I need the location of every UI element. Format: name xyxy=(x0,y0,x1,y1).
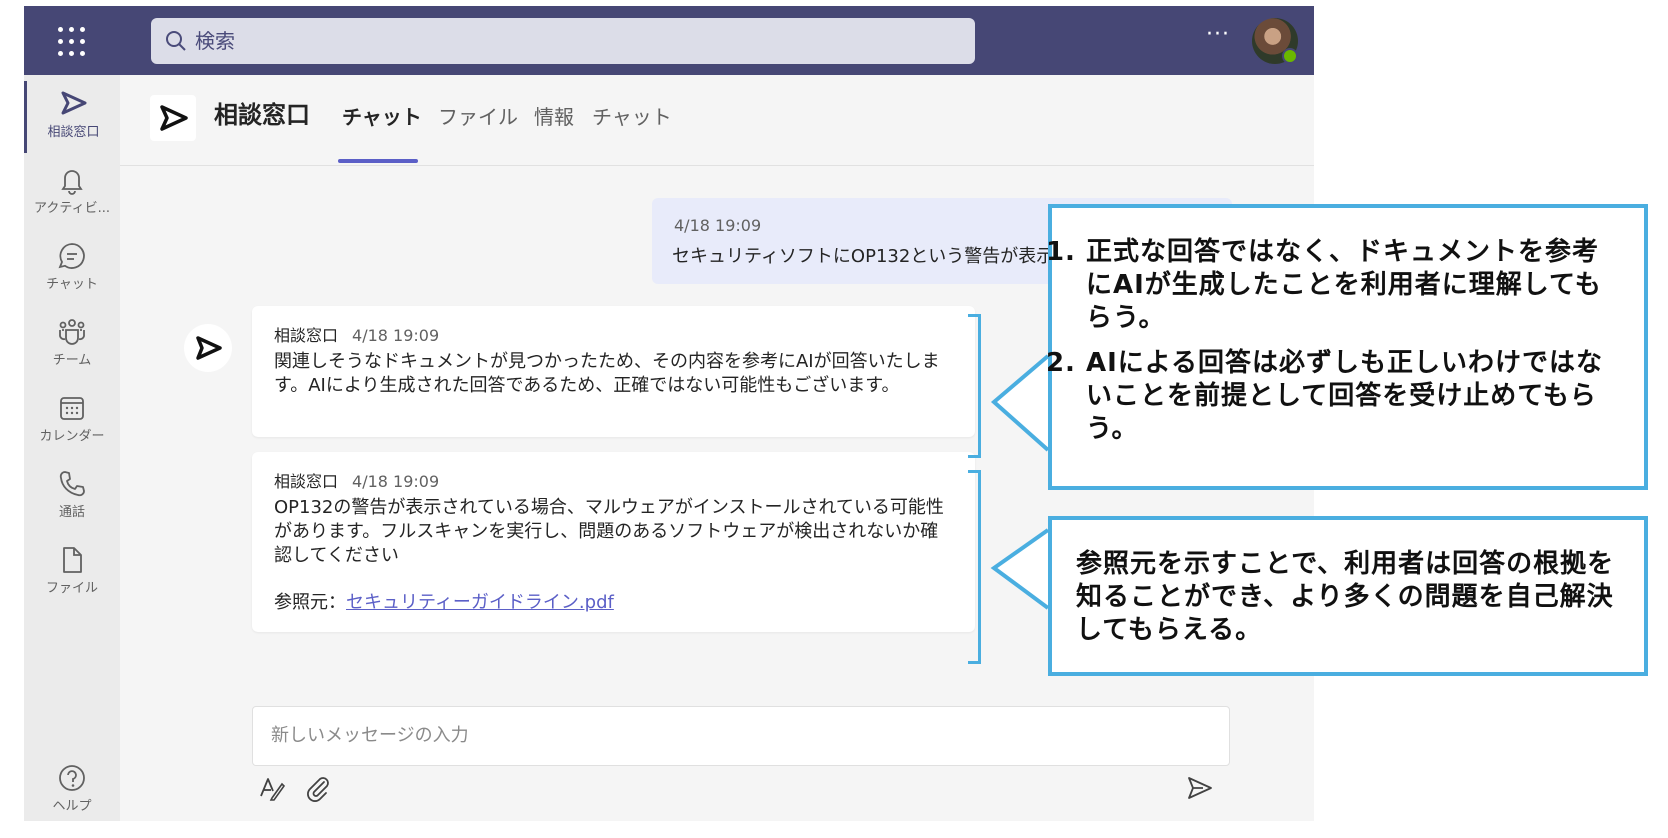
rail-label: チーム xyxy=(52,353,92,368)
rail-item-activity[interactable]: アクティビ... xyxy=(24,157,120,229)
message-time: 4/18 19:09 xyxy=(352,326,440,345)
callout-text: 参照元を示すことで、利用者は回答の根拠を知ることができ、より多くの問題を自己解決… xyxy=(1076,549,1615,645)
app-rail: 相談窓口 アクティビ... チャット チーム カレンダー 通話 ファイル ヘルプ xyxy=(24,75,120,821)
rail-label: アクティビ... xyxy=(34,201,110,216)
rail-label: ファイル xyxy=(45,581,98,596)
message-text: OP132の警告が表示されている場合、マルウェアがインストールされている可能性が… xyxy=(274,497,944,566)
calendar-icon xyxy=(60,397,84,420)
message-meta: 相談窓口 4/18 19:09 xyxy=(274,322,439,346)
rail-label: チャット xyxy=(46,277,98,292)
active-tab-indicator xyxy=(338,159,418,163)
rail-item-calls[interactable]: 通話 xyxy=(24,461,120,533)
message-compose-input[interactable]: 新しいメッセージの入力 xyxy=(252,706,1230,766)
annotation-callout: 参照元を示すことで、利用者は回答の根拠を知ることができ、より多くの問題を自己解決… xyxy=(1048,516,1648,676)
rail-item-calendar[interactable]: カレンダー xyxy=(24,385,120,457)
rail-label: 通話 xyxy=(58,505,85,520)
team-logo xyxy=(150,95,196,141)
reference-label: 参照元： xyxy=(274,592,346,613)
help-icon xyxy=(59,765,85,791)
message-text: セキュリティソフトにOP132という警告が表示 xyxy=(672,246,1055,267)
format-icon[interactable] xyxy=(258,774,286,802)
search-placeholder: 検索 xyxy=(195,29,235,53)
annotation-bracket xyxy=(968,314,981,458)
compose-placeholder: 新しいメッセージの入力 xyxy=(271,725,469,746)
file-icon xyxy=(63,547,82,573)
callout-pointer xyxy=(990,354,1050,452)
bot-message[interactable]: 相談窓口 4/18 19:09 関連しそうなドキュメントが見つかったため、その内容… xyxy=(252,306,975,437)
callout-list: 正式な回答ではなく、ドキュメントを参考にAIが生成したことを利用者に理解してもら… xyxy=(1060,236,1616,446)
phone-icon xyxy=(59,471,85,497)
bot-message-with-reference[interactable]: 相談窓口 4/18 19:09 OP132の警告が表示されている場合、マルウェアが… xyxy=(252,452,975,632)
send-icon xyxy=(160,105,188,131)
annotation-bracket xyxy=(968,470,981,664)
message-time: 4/18 19:09 xyxy=(352,472,440,491)
send-message-icon[interactable] xyxy=(1186,774,1214,802)
rail-label: カレンダー xyxy=(39,429,105,444)
search-input[interactable]: 検索 xyxy=(151,18,975,64)
attach-icon[interactable] xyxy=(304,774,332,802)
message-meta: 相談窓口 4/18 19:09 xyxy=(274,468,439,492)
rail-item-help[interactable]: ヘルプ xyxy=(24,755,120,821)
bell-icon xyxy=(61,170,83,195)
bot-avatar[interactable] xyxy=(184,324,232,372)
callout-point: AIによる回答は必ずしも正しいわけではないことを前提として回答を受け止めてもらう… xyxy=(1086,347,1616,446)
message-text: 関連しそうなドキュメントが見つかったため、その内容を参考にAIが回答いたします。… xyxy=(274,351,940,396)
send-icon xyxy=(61,91,86,115)
reference-link[interactable]: セキュリティーガイドライン.pdf xyxy=(346,592,614,613)
app-launcher-icon[interactable] xyxy=(54,22,90,58)
tab-info[interactable]: 情報 xyxy=(534,101,574,130)
team-name: 相談窓口 xyxy=(214,101,310,129)
annotation-callout: 正式な回答ではなく、ドキュメントを参考にAIが生成したことを利用者に理解してもら… xyxy=(1048,204,1648,490)
message-sender: 相談窓口 xyxy=(274,326,339,345)
rail-item-consultation[interactable]: 相談窓口 xyxy=(24,81,120,153)
rail-item-files[interactable]: ファイル xyxy=(24,537,120,609)
channel-header: 相談窓口 チャット ファイル 情報 チャット xyxy=(120,75,1314,166)
reference-line: 参照元：セキュリティーガイドライン.pdf xyxy=(274,588,614,614)
tab-files[interactable]: ファイル xyxy=(438,101,518,130)
teams-icon xyxy=(59,319,85,345)
message-time: 4/18 19:09 xyxy=(674,216,762,235)
callout-pointer xyxy=(990,528,1050,610)
rail-item-chat[interactable]: チャット xyxy=(24,233,120,305)
message-sender: 相談窓口 xyxy=(274,472,339,491)
rail-item-teams[interactable]: チーム xyxy=(24,309,120,381)
callout-point: 正式な回答ではなく、ドキュメントを参考にAIが生成したことを利用者に理解してもら… xyxy=(1086,236,1616,335)
rail-label: ヘルプ xyxy=(52,799,92,814)
chat-icon xyxy=(58,243,85,269)
tab-chat-2[interactable]: チャット xyxy=(592,101,672,130)
rail-label: 相談窓口 xyxy=(47,125,100,140)
presence-available-icon xyxy=(1282,48,1298,64)
top-bar: 検索 ··· xyxy=(24,6,1314,75)
more-options-button[interactable]: ··· xyxy=(1206,22,1230,47)
tab-chat[interactable]: チャット xyxy=(342,101,422,130)
send-icon xyxy=(196,336,222,360)
search-icon xyxy=(166,31,186,51)
